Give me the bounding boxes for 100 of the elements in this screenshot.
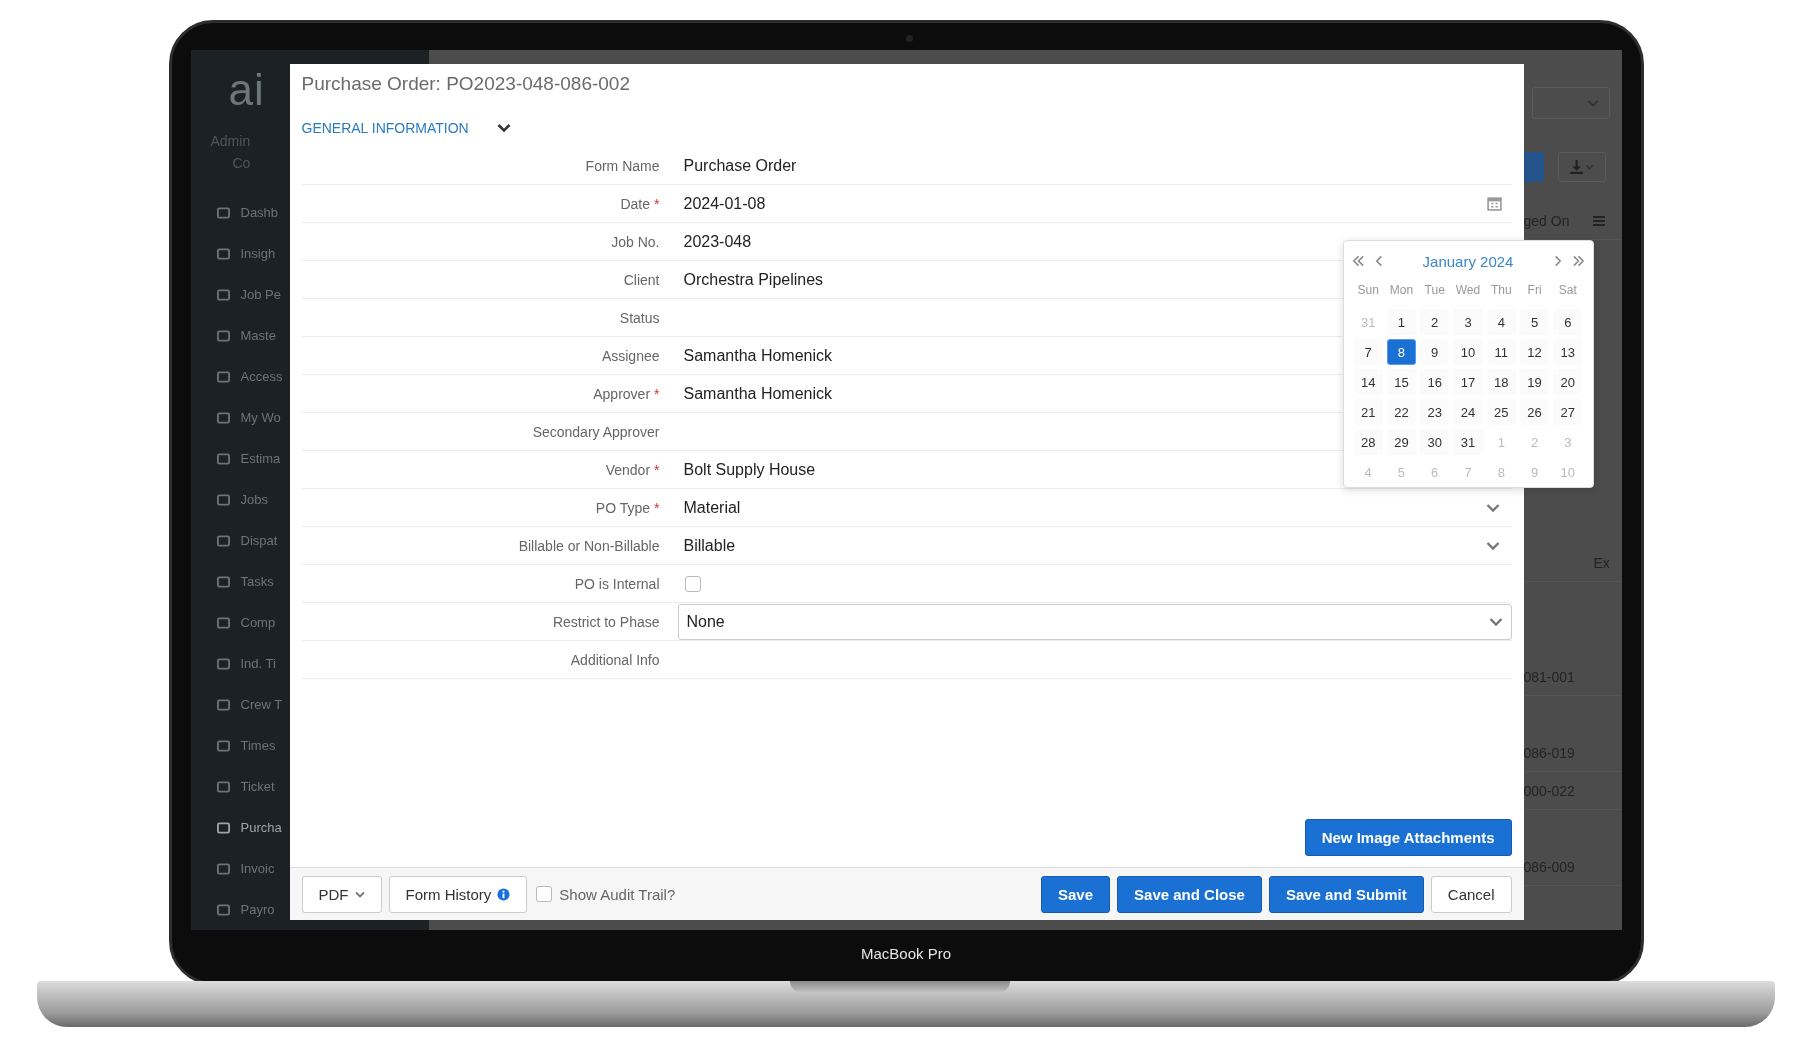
field-label: Form Name <box>585 157 660 174</box>
square-icon <box>216 534 230 547</box>
sidebar-item[interactable]: Crew T <box>190 684 290 725</box>
calendar-day[interactable]: 16 <box>1420 369 1450 395</box>
calendar-day[interactable]: 27 <box>1553 399 1583 425</box>
dropdown-value[interactable]: Billable <box>683 536 736 555</box>
square-icon <box>216 657 230 670</box>
chevron-down-icon <box>1488 616 1503 627</box>
calendar-icon[interactable] <box>1486 196 1502 211</box>
field-value: Samantha Homenick <box>683 346 832 365</box>
calendar-day[interactable]: 20 <box>1553 369 1583 395</box>
calendar-day[interactable]: 23 <box>1420 399 1450 425</box>
caret-icon <box>354 890 365 898</box>
square-icon <box>216 739 230 752</box>
field-label: Assignee <box>601 347 660 364</box>
calendar-day[interactable]: 10 <box>1453 339 1483 365</box>
section-heading[interactable]: GENERAL INFORMATION <box>301 120 469 136</box>
field-label: Approver <box>593 385 651 402</box>
field-label: Status <box>619 309 660 326</box>
square-icon <box>216 616 230 629</box>
calendar-day[interactable]: 29 <box>1386 429 1417 455</box>
footer-button[interactable]: Save and Submit <box>1268 875 1424 913</box>
calendar-day[interactable]: 8 <box>1386 339 1417 365</box>
month-title[interactable]: January 2024 <box>1393 252 1543 270</box>
checkbox-label: Show Audit Trail? <box>559 885 676 903</box>
double-chevron-left-icon[interactable] <box>1351 255 1365 267</box>
field-value: Purchase Order <box>683 156 797 175</box>
weekday-label: Wed <box>1454 282 1482 299</box>
field-value: 2024-01-08 <box>683 194 766 213</box>
field-label: Job No. <box>611 233 660 250</box>
square-icon <box>216 780 230 793</box>
required-mark: * <box>654 499 660 516</box>
field-label: Billable or Non-Billable <box>518 537 660 554</box>
pdf-button[interactable]: PDF <box>301 875 382 913</box>
square-icon <box>216 411 230 424</box>
field-label: PO Type <box>595 499 651 516</box>
calendar-day[interactable]: 4 <box>1486 309 1516 335</box>
square-icon <box>216 452 230 465</box>
field-label: Restrict to Phase <box>552 613 660 630</box>
button[interactable] <box>1523 152 1544 182</box>
calendar-day[interactable]: 6 <box>1553 309 1583 335</box>
calendar-day[interactable]: 30 <box>1420 429 1450 455</box>
download-button[interactable] <box>1557 152 1606 182</box>
weekday-label: Mon <box>1388 282 1415 299</box>
sidebar-item[interactable]: Purcha <box>190 807 290 848</box>
required-mark: * <box>654 461 660 478</box>
calendar-day[interactable]: 31 <box>1453 429 1483 455</box>
calendar-day[interactable]: 15 <box>1386 369 1417 395</box>
calendar-day[interactable]: 7 <box>1353 339 1383 365</box>
phase-select[interactable]: None <box>677 603 1512 640</box>
menu-icon[interactable] <box>1593 215 1606 226</box>
calendar-day[interactable]: 19 <box>1519 369 1550 395</box>
checkbox[interactable] <box>684 575 701 592</box>
calendar-day[interactable]: 12 <box>1519 339 1550 365</box>
calendar-day[interactable]: 26 <box>1519 399 1550 425</box>
calendar-day[interactable]: 11 <box>1486 339 1516 365</box>
calendar-day[interactable]: 1 <box>1386 309 1417 335</box>
calendar-day[interactable]: 25 <box>1486 399 1516 425</box>
field-label: PO is Internal <box>574 575 660 592</box>
calendar-day[interactable]: 13 <box>1553 339 1583 365</box>
footer-button[interactable]: Save <box>1041 875 1111 913</box>
required-mark: * <box>654 195 660 212</box>
weekday-label: Sun <box>1356 282 1380 299</box>
calendar-day[interactable]: 28 <box>1353 429 1383 455</box>
chevron-down-icon[interactable] <box>496 123 511 133</box>
calendar-day[interactable]: 9 <box>1420 339 1450 365</box>
dropdown-value[interactable]: Material <box>683 498 741 517</box>
footer-button[interactable]: Cancel <box>1430 875 1512 913</box>
form-history-button[interactable]: Form History <box>388 875 528 913</box>
chevron-down-icon <box>1586 98 1599 108</box>
calendar-day[interactable]: 2 <box>1420 309 1450 335</box>
weekday-label: Fri <box>1526 282 1543 299</box>
weekday-label: Tue <box>1423 282 1446 299</box>
square-icon <box>216 247 230 260</box>
double-chevron-right-icon[interactable] <box>1571 255 1585 267</box>
square-icon <box>216 698 230 711</box>
info-icon <box>497 887 511 901</box>
weekday-label: Thu <box>1489 282 1513 299</box>
calendar-day[interactable]: 24 <box>1453 399 1483 425</box>
calendar-day[interactable]: 17 <box>1453 369 1483 395</box>
field-label: Secondary Approver <box>532 423 660 440</box>
footer-button[interactable]: Save and Close <box>1117 875 1262 913</box>
field-label: Client <box>623 271 660 288</box>
calendar-day[interactable]: 3 <box>1453 309 1483 335</box>
square-icon <box>216 206 230 219</box>
new-image-attachments-button[interactable]: New Image Attachments <box>1304 819 1512 856</box>
square-icon <box>216 862 230 875</box>
checkbox[interactable] <box>536 886 553 902</box>
square-icon <box>216 493 230 506</box>
square-icon <box>216 821 230 834</box>
calendar-day[interactable]: 18 <box>1486 369 1516 395</box>
calendar-day[interactable]: 14 <box>1353 369 1383 395</box>
dialog-title: Purchase Order: PO2023-048-086-002 <box>300 72 631 96</box>
field-label: Date <box>620 195 651 212</box>
calendar-day[interactable]: 22 <box>1386 399 1417 425</box>
dropdown-field[interactable] <box>1531 87 1610 119</box>
square-icon <box>216 575 230 588</box>
square-icon <box>216 370 230 383</box>
calendar-day[interactable]: 21 <box>1353 399 1383 425</box>
calendar-day[interactable]: 5 <box>1519 309 1550 335</box>
